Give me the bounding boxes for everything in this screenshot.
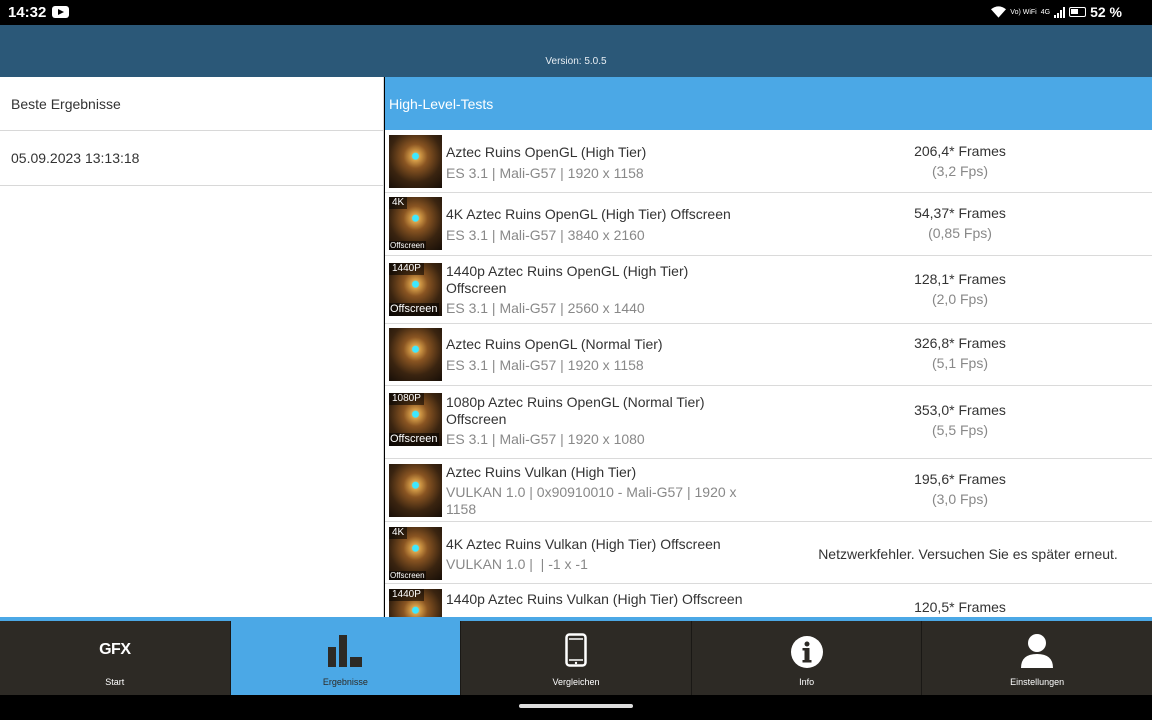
test-row[interactable]: 1080P Offscreen 1080p Aztec Ruins OpenGL… xyxy=(385,386,1152,459)
test-fps: (5,1 Fps) xyxy=(931,355,988,371)
nav-label: Vergleichen xyxy=(552,677,600,687)
best-results-pane: Beste Ergebnisse 05.09.2023 13:13:18 xyxy=(0,77,384,617)
test-thumbnail: 1080P Offscreen xyxy=(389,393,442,446)
test-score: 195,6* Frames xyxy=(914,471,1006,487)
bar-chart-icon xyxy=(328,635,363,667)
thumbnail-offscreen-tag: Offscreen xyxy=(389,571,426,580)
battery-icon xyxy=(1069,7,1087,17)
test-name: 4K Aztec Ruins OpenGL (High Tier) Offscr… xyxy=(446,206,731,222)
test-details: ES 3.1 | Mali-G57 | 1920 x 1080 xyxy=(446,431,645,447)
score-box: 54,37* Frames (0,85 Fps) xyxy=(845,203,1075,243)
nav-info[interactable]: Info xyxy=(692,621,923,695)
test-fps: (0,85 Fps) xyxy=(928,225,992,241)
test-details: ES 3.1 | Mali-G57 | 2560 x 1440 xyxy=(446,300,645,316)
test-thumbnail xyxy=(389,135,442,188)
nav-label: Start xyxy=(105,677,125,687)
wifi-icon xyxy=(991,6,1007,18)
wifi-calling-label: Vo) WiFi xyxy=(1010,8,1037,16)
thumbnail-offscreen-tag: Offscreen xyxy=(389,241,426,250)
test-name: 4K Aztec Ruins Vulkan (High Tier) Offscr… xyxy=(446,536,721,552)
nav-label: Info xyxy=(799,677,815,687)
youtube-notification-icon xyxy=(52,6,69,18)
score-box: 353,0* Frames (5,5 Fps) xyxy=(845,400,1075,440)
test-name: 1440p Aztec Ruins Vulkan (High Tier) Off… xyxy=(446,591,743,607)
test-row[interactable]: Aztec Ruins Vulkan (High Tier) VULKAN 1.… xyxy=(385,459,1152,522)
test-score: 120,5* Frames xyxy=(914,599,1006,615)
score-box: 128,1* Frames (2,0 Fps) xyxy=(845,269,1075,309)
thumbnail-resolution-tag: 4K xyxy=(389,197,408,209)
high-level-tests-header: High-Level-Tests xyxy=(385,77,1152,130)
thumbnail-resolution-tag: 1440P xyxy=(389,589,424,601)
bottom-navigation: GFX Start Ergebnisse Vergleichen Info Ei… xyxy=(0,617,1152,695)
phone-icon xyxy=(565,633,587,667)
nav-results[interactable]: Ergebnisse xyxy=(230,621,462,695)
nav-label: Einstellungen xyxy=(1010,677,1065,687)
test-thumbnail: 1440P Offscreen xyxy=(389,263,442,316)
test-score: 206,4* Frames xyxy=(914,143,1006,159)
test-details: ES 3.1 | Mali-G57 | 1920 x 1158 xyxy=(446,357,644,373)
test-fps: (3,2 Fps) xyxy=(931,163,988,179)
thumbnail-resolution-tag: 1080P xyxy=(389,393,424,405)
score-box: 195,6* Frames (3,0 Fps) xyxy=(845,469,1075,509)
test-thumbnail: 4K Offscreen xyxy=(389,197,442,250)
user-icon xyxy=(1021,634,1054,668)
signal-strength-icon xyxy=(1054,6,1066,18)
test-row[interactable]: Aztec Ruins OpenGL (Normal Tier) ES 3.1 … xyxy=(385,324,1152,386)
gesture-navigation-bar xyxy=(0,695,1152,720)
best-results-title: Beste Ergebnisse xyxy=(0,77,383,131)
battery-percentage: 52 % xyxy=(1090,4,1122,20)
test-row[interactable]: 4K Offscreen 4K Aztec Ruins OpenGL (High… xyxy=(385,193,1152,256)
nav-start[interactable]: GFX Start xyxy=(0,621,231,695)
version-label: Version: 5.0.5 xyxy=(545,56,607,67)
status-time: 14:32 xyxy=(8,4,47,21)
test-details: VULKAN 1.0 | | -1 x -1 xyxy=(446,556,588,572)
test-name: Aztec Ruins OpenGL (High Tier) xyxy=(446,144,647,160)
status-icons: Vo) WiFi 4G 52 % xyxy=(991,4,1122,20)
thumbnail-offscreen-tag: Offscreen xyxy=(389,303,439,316)
test-thumbnail: 4K Offscreen xyxy=(389,527,442,580)
home-gesture-handle[interactable] xyxy=(519,704,633,708)
test-row[interactable]: Aztec Ruins OpenGL (High Tier) ES 3.1 | … xyxy=(385,130,1152,193)
test-score: 128,1* Frames xyxy=(914,271,1006,287)
test-name: Aztec Ruins Vulkan (High Tier) xyxy=(446,464,637,480)
test-details: VULKAN 1.0 | 0x90910010 - Mali-G57 | 192… xyxy=(446,484,737,517)
test-score: 326,8* Frames xyxy=(914,335,1006,351)
test-details: ES 3.1 | Mali-G57 | 1920 x 1158 xyxy=(446,165,644,181)
network-type-label: 4G xyxy=(1040,8,1051,16)
test-row[interactable]: 4K Offscreen 4K Aztec Ruins Vulkan (High… xyxy=(385,522,1152,584)
thumbnail-offscreen-tag: Offscreen xyxy=(389,433,439,446)
gfx-logo-icon: GFX xyxy=(99,641,131,658)
thumbnail-resolution-tag: 1440P xyxy=(389,263,424,275)
status-bar: 14:32 Vo) WiFi 4G 52 % xyxy=(0,0,1152,25)
test-thumbnail xyxy=(389,464,442,517)
test-thumbnail: 1440P xyxy=(389,589,442,617)
nav-compare[interactable]: Vergleichen xyxy=(461,621,692,695)
test-name: Aztec Ruins OpenGL (Normal Tier) xyxy=(446,336,663,352)
test-score: 353,0* Frames xyxy=(914,402,1006,418)
test-fps: (2,0 Fps) xyxy=(931,291,988,307)
network-error-message: Netzwerkfehler. Versuchen Sie es später … xyxy=(818,546,1118,562)
nav-settings[interactable]: Einstellungen xyxy=(922,621,1152,695)
test-name: 1440p Aztec Ruins OpenGL (High Tier) Off… xyxy=(446,263,689,296)
test-name: 1080p Aztec Ruins OpenGL (Normal Tier) O… xyxy=(446,394,705,427)
test-fps: (5,5 Fps) xyxy=(931,422,988,438)
test-thumbnail xyxy=(389,328,442,381)
test-score: 54,37* Frames xyxy=(914,205,1006,221)
info-icon xyxy=(790,636,823,668)
test-results-pane[interactable]: High-Level-Tests Aztec Ruins OpenGL (Hig… xyxy=(385,77,1152,617)
nav-label: Ergebnisse xyxy=(322,677,368,687)
thumbnail-resolution-tag: 4K xyxy=(389,527,408,539)
test-row[interactable]: 1440P Offscreen 1440p Aztec Ruins OpenGL… xyxy=(385,256,1152,324)
result-entry[interactable]: 05.09.2023 13:13:18 xyxy=(0,131,383,186)
test-row[interactable]: 1440P 1440p Aztec Ruins Vulkan (High Tie… xyxy=(385,584,1152,617)
test-fps: (3,0 Fps) xyxy=(931,491,988,507)
test-details: ES 3.1 | Mali-G57 | 3840 x 2160 xyxy=(446,227,645,243)
score-box: 326,8* Frames (5,1 Fps) xyxy=(845,333,1075,373)
score-box: 206,4* Frames (3,2 Fps) xyxy=(845,141,1075,181)
app-header: Version: 5.0.5 xyxy=(0,25,1152,77)
score-box: 120,5* Frames xyxy=(845,597,1075,617)
